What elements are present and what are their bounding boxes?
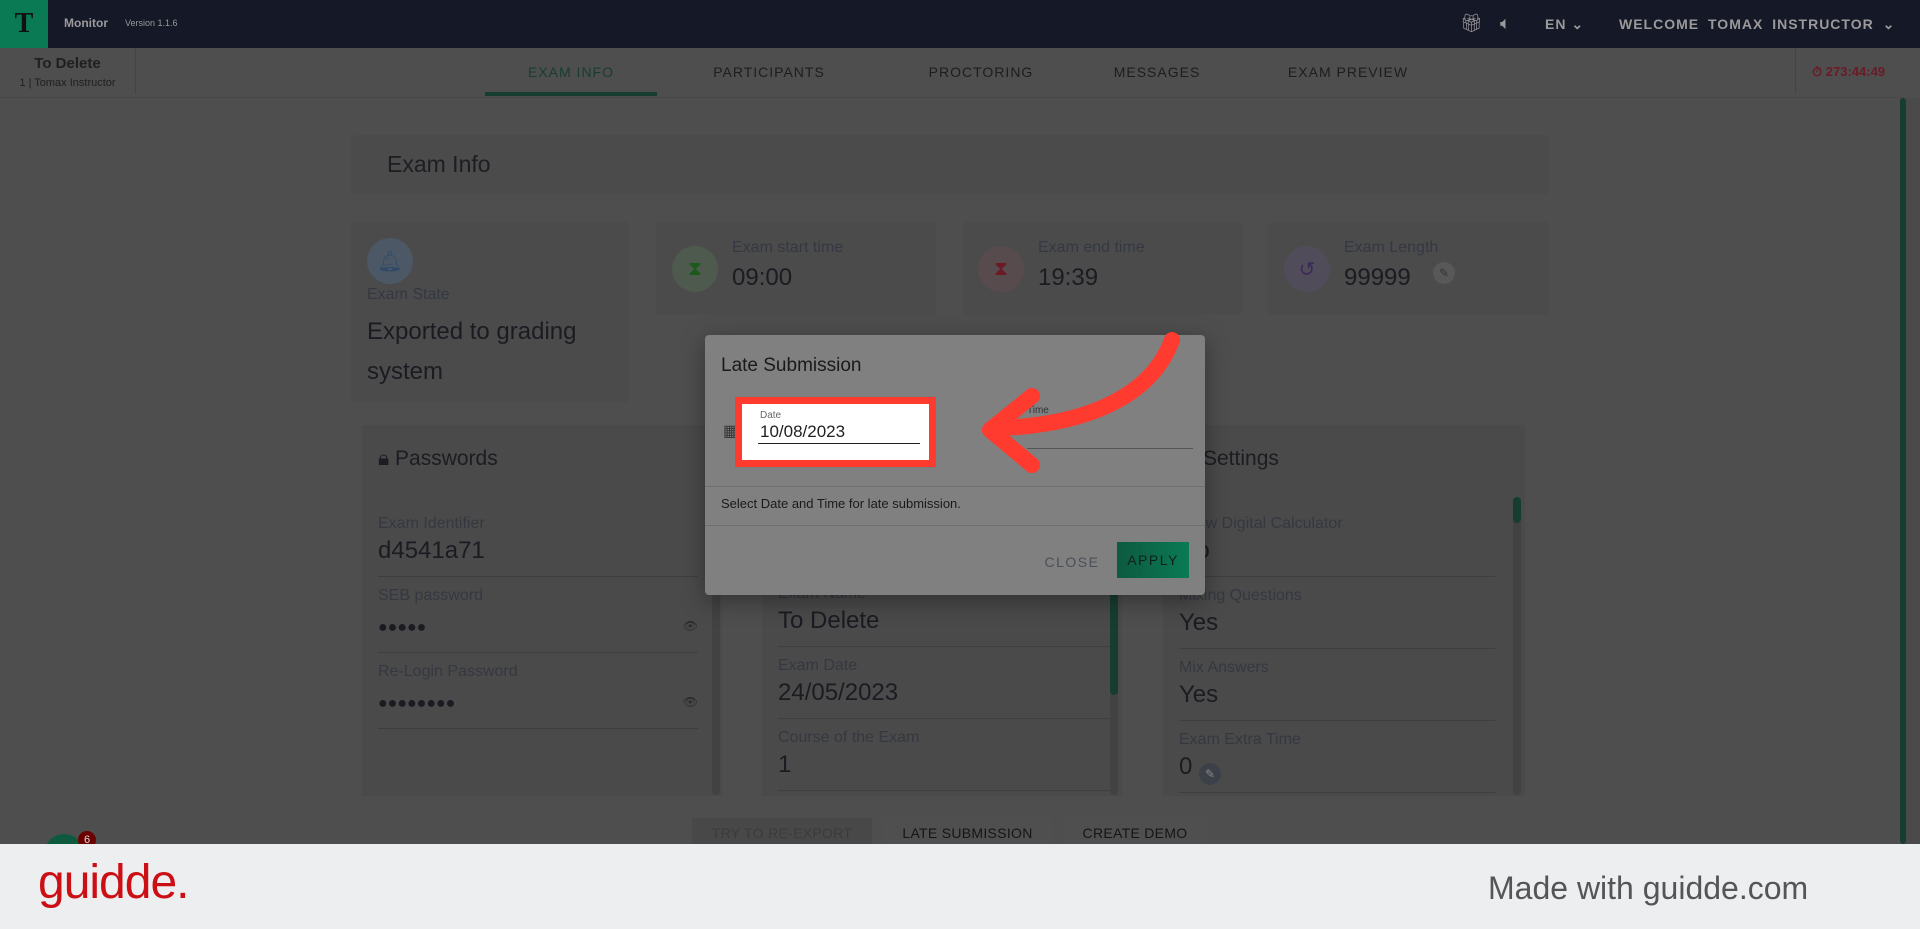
stat-card-exam-state: 🔔︎ Exam State Exported to grading system [351,222,629,402]
welcome-label: WELCOME [1619,16,1700,32]
tab-participants[interactable]: PARTICIPANTS [713,64,825,80]
stat-label: Exam State [367,286,450,303]
app-name: Monitor [64,16,108,30]
lock-icon: 🔒︎ [378,447,396,470]
list-item: Allow Digital CalculatorNo [1179,505,1495,577]
stat-value: 99999 [1344,264,1411,291]
settings-card: Settings Allow Digital CalculatorNo Mixi… [1163,425,1525,796]
divider [705,525,1205,526]
gift-icon[interactable]: 🎁︎ [1460,13,1483,34]
stat-card-exam-length: ↺ Exam Length 99999 ✎ [1268,222,1549,315]
row-value: 1 [778,751,792,778]
row-label: Exam Extra Time [1179,731,1301,748]
list-item: Course of the Exam 1 [778,719,1110,791]
stopwatch-icon: ⏱ [1812,64,1826,79]
row-label: Re-Login Password [378,663,518,680]
row-value: ●●●●● [378,619,427,636]
bell-icon: 🔔︎ [367,238,413,284]
divider [705,486,1205,487]
language-select[interactable]: EN ⌄ [1545,16,1584,33]
active-tab-indicator [485,92,657,96]
eye-icon[interactable]: 👁︎ [683,695,698,709]
list-item: Mixing Questions Yes [1179,577,1495,649]
made-with-text: Made with guidde.com [1488,870,1809,906]
timer-value: 273:44:49 [1825,64,1886,79]
passwords-title: 🔒︎ Passwords [378,447,498,470]
late-submission-dialog: Late Submission ▦ Date 10/08/2023 Time S… [705,335,1205,595]
stat-label: Exam start time [732,239,844,256]
speaker-icon[interactable]: 🔈︎ [1500,13,1511,34]
row-value: ●●●●●●●● [378,695,456,712]
passwords-card: 🔒︎ Passwords Exam Identifier d4541a71 SEB… [362,425,722,796]
apply-button[interactable]: APPLY [1117,542,1189,578]
time-label: Time [1027,405,1049,416]
stat-value: Exported to grading system [367,318,577,385]
dialog-hint: Select Date and Time for late submission… [721,496,961,511]
exam-title: To Delete [34,55,101,72]
guidde-logo: guidde. [38,856,189,909]
row-value: 24/05/2023 [778,679,899,706]
list-item: Exam Date 24/05/2023 [778,647,1110,719]
exam-subtitle: 1 | Tomax Instructor [19,77,116,89]
tab-exam-info[interactable]: EXAM INFO [528,64,614,80]
edit-pencil-icon[interactable]: ✎ [1199,763,1221,785]
language-label: EN [1545,16,1567,32]
page-header-card: Exam Info [351,135,1549,194]
app-version: Version 1.1.6 [125,18,178,28]
user-menu[interactable]: WELCOME TOMAX INSTRUCTOR ⌄ [1619,16,1895,33]
tab-exam-preview[interactable]: EXAM PREVIEW [1288,64,1408,80]
row-label: SEB password [378,587,483,604]
eye-icon[interactable]: 👁︎ [683,619,698,633]
tab-proctoring[interactable]: PROCTORING [929,64,1034,80]
exam-timer: ⏱ 273:44:49 [1812,64,1885,80]
row-label: Exam Date [778,657,858,674]
row-label: Exam Identifier [378,515,485,532]
input-underline [758,443,920,444]
time-input[interactable] [1027,448,1193,449]
row-value: 0 [1179,753,1193,780]
divider [135,48,136,94]
stat-label: Exam end time [1038,239,1145,256]
row-value: Yes [1179,609,1219,636]
chevron-down-icon: ⌄ [1882,16,1896,32]
row-label: Course of the Exam [778,729,920,746]
stat-card-start-time: ⧗ Exam start time 09:00 [656,222,936,315]
date-input[interactable]: 10/08/2023 [760,422,845,442]
row-value: To Delete [778,607,880,634]
page-title: Exam Info [387,151,491,177]
chevron-down-icon: ⌄ [1571,16,1585,32]
dialog-title: Late Submission [721,355,862,376]
page-scrollbar-thumb[interactable] [1900,98,1906,844]
card-scrollbar[interactable] [1513,497,1521,795]
date-label: Date [760,410,782,421]
stat-card-end-time: ⧗ Exam end time 19:39 [962,222,1242,315]
list-item: Exam Extra Time 0 ✎ [1179,721,1495,793]
stat-label: Exam Length [1344,239,1439,256]
page-scrollbar[interactable] [1904,98,1920,844]
date-field[interactable]: Date 10/08/2023 [735,397,936,467]
tab-messages[interactable]: MESSAGES [1114,64,1201,80]
app-logo[interactable]: T [0,0,48,48]
row-value: Yes [1179,681,1219,708]
list-item: SEB password ●●●●● 👁︎ [378,577,698,653]
list-item: Mix Answers Yes [1179,649,1495,721]
close-button[interactable]: CLOSE [1037,544,1107,580]
divider [1795,48,1796,94]
edit-pencil-icon[interactable]: ✎ [1433,262,1455,284]
stat-value: 19:39 [1038,264,1099,291]
hourglass-icon: ⧗ [978,246,1024,292]
list-item: Re-Login Password ●●●●●●●● 👁︎ [378,653,698,729]
row-label: Mix Answers [1179,659,1269,676]
hourglass-icon: ⧗ [672,246,718,292]
settings-title: Settings [1203,447,1279,470]
row-value: d4541a71 [378,537,485,564]
history-icon: ↺ [1284,246,1330,292]
card-scrollbar-thumb[interactable] [1513,497,1521,523]
list-item: Exam Identifier d4541a71 [378,505,698,577]
stat-value: 09:00 [732,264,793,291]
user-name: TOMAX INSTRUCTOR [1708,16,1874,32]
